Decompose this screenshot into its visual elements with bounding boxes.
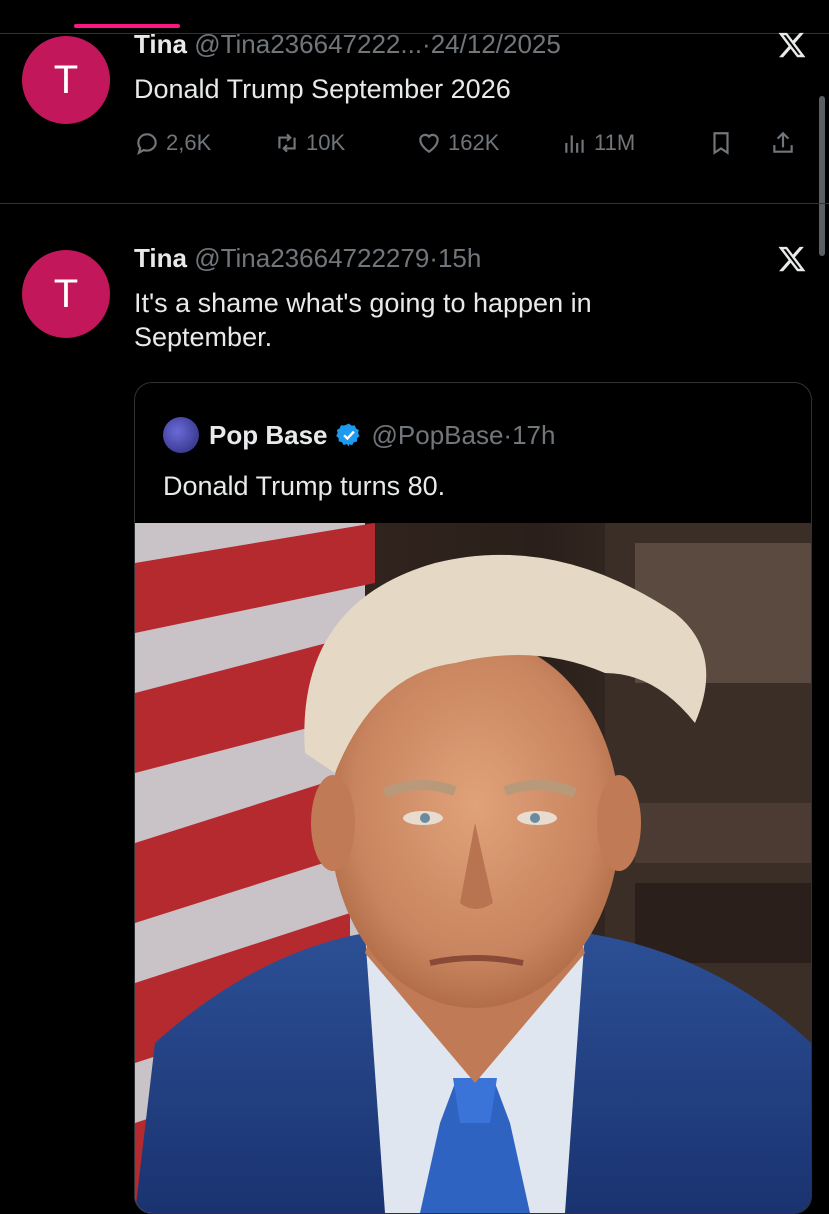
reply-button[interactable]: 2,6K [134,130,211,156]
x-logo-icon [778,246,806,272]
avatar-letter: T [53,271,79,316]
author-handle[interactable]: @Tina236647222... [194,29,422,59]
separator: · [429,243,438,273]
author-name[interactable]: Tina [134,243,187,273]
avatar-letter: T [53,57,79,102]
views-count: 11M [594,130,636,155]
quote-header: Pop Base @PopBase · 17h [163,417,555,453]
quote-timestamp[interactable]: 17h [512,420,555,451]
timestamp[interactable]: 15h [438,243,481,273]
tweet-header: Tina @Tina236647222...·24/12/2025 [134,28,561,60]
tweet-actions: 2,6K 10K 162K 11M [134,130,814,162]
quote-avatar[interactable] [163,417,199,453]
reply-count: 2,6K [166,130,212,155]
avatar[interactable]: T [22,36,110,124]
separator: · [422,29,431,59]
tweet-text: Donald Trump September 2026 [134,74,511,104]
repost-count: 10K [306,130,346,155]
like-button[interactable]: 162K [416,130,499,156]
avatar[interactable]: T [22,250,110,338]
tweet-text: It's a shame what's going to happen in S… [134,288,592,352]
tweet-header: Tina @Tina23664722279·15h [134,242,481,274]
verified-badge-icon [335,423,360,447]
like-count: 162K [448,130,500,155]
reply-icon [137,133,157,155]
share-button[interactable] [770,130,796,156]
bookmark-icon [713,132,729,155]
author-name[interactable]: Tina [134,29,187,59]
tweet-1[interactable]: T Tina @Tina236647222...·24/12/2025 Dona… [0,0,829,204]
timestamp[interactable]: 24/12/2025 [431,29,561,59]
quote-text: Donald Trump turns 80. [163,471,446,501]
separator: · [503,419,513,450]
quote-handle[interactable]: @PopBase [372,420,504,451]
author-handle[interactable]: @Tina23664722279 [194,243,429,273]
bookmark-button[interactable] [708,130,734,156]
views-button[interactable]: 11M [562,130,635,156]
quote-author-name[interactable]: Pop Base [209,420,328,451]
repost-icon [278,133,296,153]
quoted-tweet[interactable]: Pop Base @PopBase · 17h Donald Trump turns… [134,382,812,1214]
views-icon [565,135,584,153]
heart-icon [419,133,439,153]
share-icon [773,131,793,153]
x-logo-icon [778,32,806,58]
repost-button[interactable]: 10K [274,130,345,156]
portrait-photo[interactable] [135,523,811,1213]
